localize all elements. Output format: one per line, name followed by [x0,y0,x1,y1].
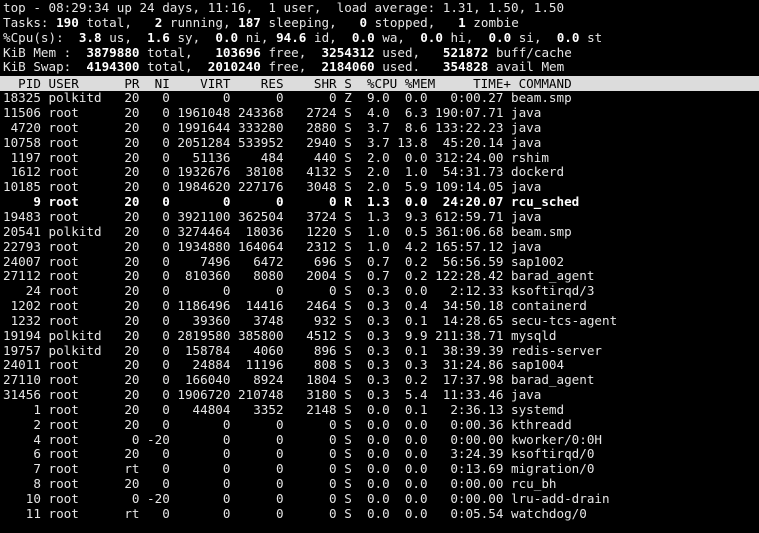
cpu-ni-label: ni, [245,30,269,45]
cpu-line: %Cpu(s): 3.8 us, 1.6 sy, 0.0 ni, 94.6 id… [3,31,759,46]
mem-free-value: 103696 [215,45,261,60]
mem-used-value: 3254312 [321,45,375,60]
cpu-id-label: id, [314,30,337,45]
swap-total-value: 4194300 [86,60,140,75]
cpu-st-label: st [587,30,603,45]
table-row[interactable]: 1202 root 20 0 1186496 14416 2464 S 0.3 … [3,299,759,314]
tasks-zombie-value: 1 [458,15,466,30]
mem-total-label: total, [147,45,193,60]
table-row[interactable]: 4 root 0 -20 0 0 0 S 0.0 0.0 0:00.00 kwo… [3,433,759,448]
table-row[interactable]: 11506 root 20 0 1961048 243368 2724 S 4.… [3,106,759,121]
mem-buff-value: 521872 [442,45,489,60]
table-row[interactable]: 22793 root 20 0 1934880 164064 2312 S 1.… [3,240,759,255]
table-row[interactable]: 27110 root 20 0 166040 8924 1804 S 0.3 0… [3,373,759,388]
swap-free-value: 2010240 [207,60,261,75]
process-table-header[interactable]: PID USER PR NI VIRT RES SHR S %CPU %MEM … [0,76,759,92]
tasks-total-value: 190 [56,15,79,30]
table-row[interactable]: 1 root 20 0 44804 3352 2148 S 0.0 0.1 2:… [3,403,759,418]
table-row[interactable]: 11 root rt 0 0 0 0 S 0.0 0.0 0:05.54 wat… [3,507,759,522]
mem-buff-label: buff/cache [495,45,572,60]
table-row[interactable]: 18325 polkitd 20 0 0 0 0 Z 9.0 0.0 0:00.… [3,91,759,106]
tasks-sleeping-value: 187 [238,15,261,30]
uptime-line-text: top - 08:29:34 up 24 days, 11:16, 1 user… [3,1,565,15]
swap-label: KiB Swap: [3,60,72,75]
cpu-wa-label: wa, [382,30,406,45]
process-table-body[interactable]: 18325 polkitd 20 0 0 0 0 Z 9.0 0.0 0:00.… [0,91,759,521]
tasks-stopped-label: stopped, [374,15,436,30]
swap-free-label: free, [268,60,307,75]
table-row[interactable]: 24011 root 20 0 24884 11196 808 S 0.3 0.… [3,358,759,373]
table-row[interactable]: 4720 root 20 0 1991644 333280 2880 S 3.7… [3,121,759,136]
swap-total-label: total, [147,60,193,75]
table-row[interactable]: 6 root 20 0 0 0 0 S 0.0 0.0 3:24.39 ksof… [3,447,759,462]
table-row[interactable]: 2 root 20 0 0 0 0 S 0.0 0.0 0:00.36 kthr… [3,418,759,433]
swap-used-value: 2184060 [321,60,375,75]
table-row[interactable]: 24 root 20 0 0 0 0 S 0.3 0.0 2:12.33 kso… [3,284,759,299]
tasks-stopped-value: 0 [359,15,368,30]
top-summary-area: top - 08:29:34 up 24 days, 11:16, 1 user… [0,0,759,75]
cpu-st-value: 0.0 [556,30,580,45]
mem-free-label: free, [268,45,307,60]
mem-used-label: used, [382,45,421,60]
mem-line: KiB Mem : 3879880 total, 103696 free, 32… [3,46,759,61]
table-row[interactable]: 9 root 20 0 0 0 0 R 1.3 0.0 24:20.07 rcu… [3,195,759,210]
table-row[interactable]: 1612 root 20 0 1932676 38108 4132 S 2.0 … [3,165,759,180]
mem-total-value: 3879880 [86,45,140,60]
swap-avail-label: avail Mem [495,60,565,75]
swap-line: KiB Swap: 4194300 total, 2010240 free, 2… [3,60,759,75]
mem-label: KiB Mem : [3,45,72,60]
table-row[interactable]: 31456 root 20 0 1906720 210748 3180 S 0.… [3,388,759,403]
table-row[interactable]: 20541 polkitd 20 0 3274464 18036 1220 S … [3,225,759,240]
cpu-wa-value: 0.0 [351,30,375,45]
tasks-zombie-label: zombie [473,15,519,30]
tasks-running-label: running, [169,15,231,30]
table-row[interactable]: 19194 polkitd 20 0 2819580 385800 4512 S… [3,329,759,344]
table-row[interactable]: 27112 root 20 0 810360 8080 2004 S 0.7 0… [3,269,759,284]
tasks-total-label: total, [86,15,132,30]
table-row[interactable]: 10758 root 20 0 2051284 533952 2940 S 3.… [3,136,759,151]
tasks-sleeping-label: sleeping, [268,15,337,30]
table-row[interactable]: 7 root rt 0 0 0 0 S 0.0 0.0 0:13.69 migr… [3,462,759,477]
terminal-window[interactable]: top - 08:29:34 up 24 days, 11:16, 1 user… [0,0,759,533]
table-row[interactable]: 1232 root 20 0 39360 3748 932 S 0.3 0.1 … [3,314,759,329]
table-row[interactable]: 10 root 0 -20 0 0 0 S 0.0 0.0 0:00.00 lr… [3,492,759,507]
tasks-line: Tasks: 190 total, 2 running, 187 sleepin… [3,16,759,31]
table-row[interactable]: 19483 root 20 0 3921100 362504 3724 S 1.… [3,210,759,225]
cpu-hi-label: hi, [450,30,474,45]
cpu-us-label: us, [109,30,132,45]
uptime-line: top - 08:29:34 up 24 days, 11:16, 1 user… [3,1,759,16]
table-row[interactable]: 10185 root 20 0 1984620 227176 3048 S 2.… [3,180,759,195]
table-row[interactable]: 1197 root 20 0 51136 484 440 S 2.0 0.0 3… [3,151,759,166]
cpu-si-value: 0.0 [488,30,512,45]
cpu-ni-value: 0.0 [215,30,239,45]
swap-avail-value: 354828 [442,60,489,75]
cpu-si-label: si, [518,30,542,45]
table-row[interactable]: 19757 polkitd 20 0 158784 4060 896 S 0.3… [3,344,759,359]
tasks-label: Tasks: [3,15,49,30]
table-row[interactable]: 8 root 20 0 0 0 0 S 0.0 0.0 0:00.00 rcu_… [3,477,759,492]
cpu-hi-value: 0.0 [420,30,443,45]
cpu-label: %Cpu(s): [3,30,64,45]
table-row[interactable]: 24007 root 20 0 7496 6472 696 S 0.7 0.2 … [3,255,759,270]
cpu-id-value: 94.6 [276,30,307,45]
cpu-sy-label: sy, [177,30,201,45]
cpu-us-value: 3.8 [78,30,102,45]
cpu-sy-value: 1.6 [147,30,170,45]
swap-used-label: used. [382,60,421,75]
